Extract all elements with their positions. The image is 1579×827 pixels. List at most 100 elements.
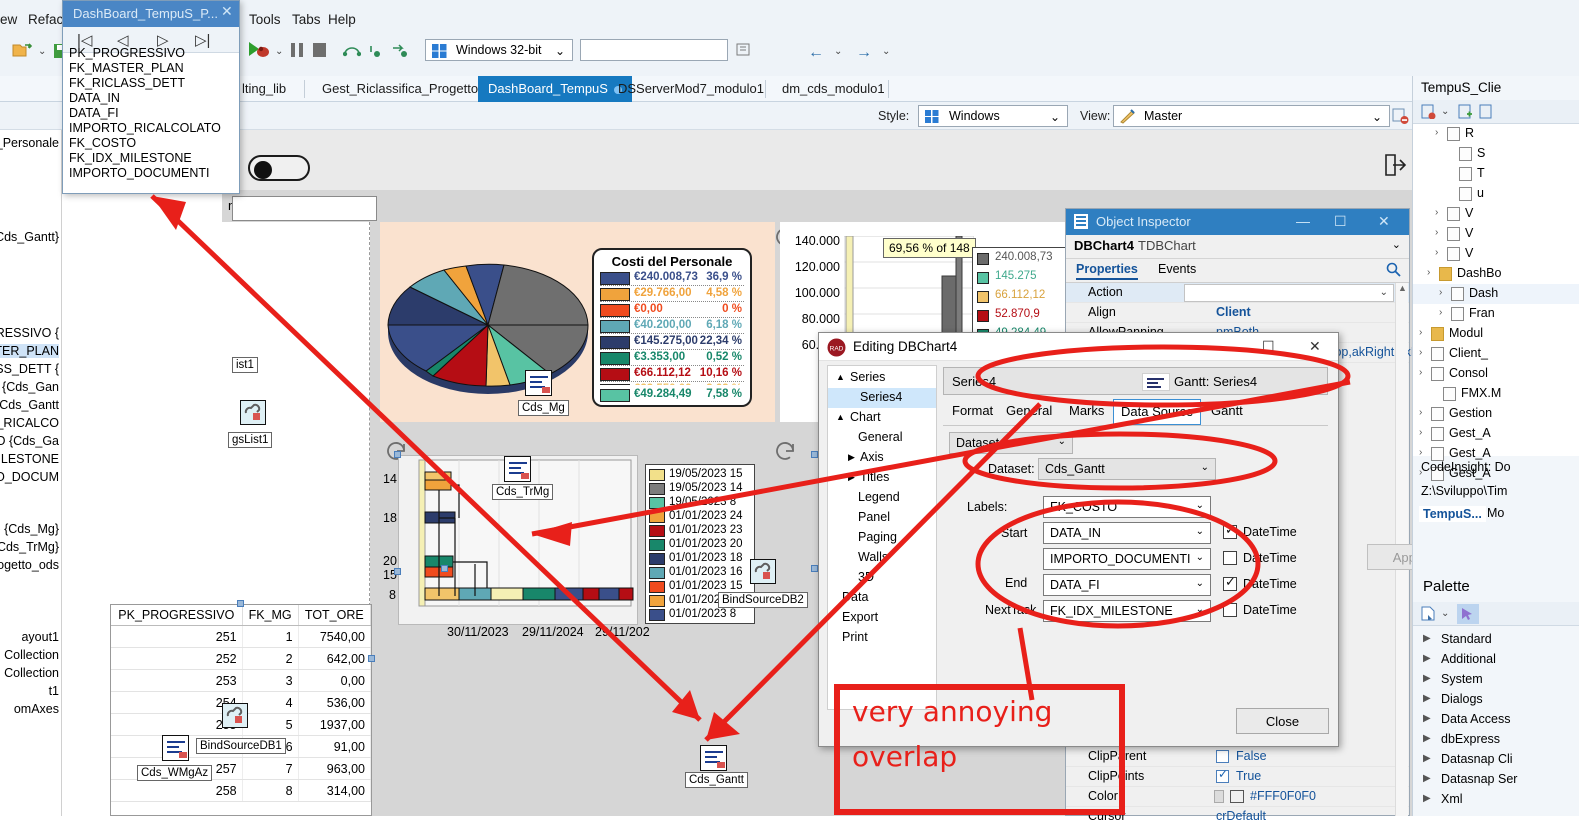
chevron-right-icon[interactable]: ›: [1427, 267, 1430, 278]
end-datetime-checkbox[interactable]: [1223, 574, 1237, 591]
second-field-combo[interactable]: IMPORTO_DOCUMENTI ⌄: [1043, 548, 1211, 570]
popup-item-importo-ricalcolato[interactable]: IMPORTO_RICALCOLATO: [69, 121, 221, 135]
tree-item-panel[interactable]: Panel: [828, 508, 936, 528]
project-tree-item[interactable]: › Consol: [1413, 364, 1579, 384]
tab-gantt[interactable]: Gantt: [1204, 399, 1250, 425]
gslist1-component-icon[interactable]: [240, 400, 266, 425]
palette-category-datasnap-client[interactable]: ▶ Datasnap Cli: [1413, 750, 1579, 770]
tree-item-walls[interactable]: Walls: [828, 548, 936, 568]
object-inspector-selector[interactable]: DBChart4 TDBChart ⌄: [1066, 235, 1409, 259]
close-icon[interactable]: ✕: [1378, 213, 1390, 230]
tree-item-general[interactable]: General: [828, 428, 936, 448]
chevron-right-icon[interactable]: ▶: [1423, 753, 1431, 764]
open-chevron-down-icon[interactable]: ⌄: [38, 46, 46, 57]
chevron-down-icon[interactable]: ⌄: [1196, 552, 1204, 563]
run-debug-icon[interactable]: [247, 40, 271, 63]
form-toggle-switch[interactable]: [248, 155, 310, 181]
palette-category-system[interactable]: ▶ System: [1413, 670, 1579, 690]
tab-marks[interactable]: Marks: [1062, 399, 1111, 425]
palette-category-xml[interactable]: ▶ Xml: [1413, 790, 1579, 810]
property-row-align[interactable]: Align Client: [1066, 303, 1409, 323]
table-row[interactable]: 252 2 642,00: [111, 647, 372, 670]
chevron-right-icon[interactable]: ›: [1419, 327, 1422, 338]
chevron-right-icon[interactable]: ›: [1419, 427, 1422, 438]
bottom-tab-models[interactable]: Mo: [1487, 506, 1504, 520]
popup-item-data-in[interactable]: DATA_IN: [69, 91, 120, 105]
selection-handle[interactable]: [368, 655, 375, 662]
start-datetime-checkbox[interactable]: [1223, 522, 1237, 539]
selection-handle[interactable]: [811, 451, 818, 458]
bindsourcedb1-component-icon[interactable]: [222, 703, 248, 728]
scroll-up-icon[interactable]: ▲: [1398, 283, 1407, 293]
chevron-right-icon[interactable]: ›: [1419, 447, 1422, 458]
selection-handle[interactable]: [441, 565, 448, 572]
palette-category-datasnap-server[interactable]: ▶ Datasnap Ser: [1413, 770, 1579, 790]
new-component-icon[interactable]: [1421, 606, 1436, 624]
tree-item-chart[interactable]: ▲ Chart: [828, 408, 936, 428]
popup-item-fk-costo[interactable]: FK_COSTO: [69, 136, 136, 150]
palette-category-dialogs[interactable]: ▶ Dialogs: [1413, 690, 1579, 710]
chevron-down-icon[interactable]: ⌄: [1058, 436, 1066, 447]
close-button[interactable]: Close: [1236, 708, 1329, 734]
maximize-icon[interactable]: ☐: [1262, 338, 1275, 355]
end-field-combo[interactable]: DATA_FI ⌄: [1043, 574, 1211, 596]
project-tree-item[interactable]: › R: [1413, 124, 1579, 144]
selection-handle[interactable]: [237, 600, 244, 607]
search-icon[interactable]: [1386, 262, 1401, 280]
dialog-tree[interactable]: ▲ Series Series4 ▲ Chart General ▶ Axis ▶ Ti…: [827, 365, 937, 710]
table-row[interactable]: 253 3 0,00: [111, 669, 372, 692]
project-tree-item[interactable]: u: [1413, 184, 1579, 204]
navigate-forward-icon[interactable]: →: [856, 44, 872, 62]
popup-item-importo-documenti[interactable]: IMPORTO_DOCUMENTI: [69, 166, 210, 180]
chevron-down-icon[interactable]: ⌄: [1196, 604, 1204, 615]
tree-item-data[interactable]: Data: [828, 588, 936, 608]
minimize-icon[interactable]: —: [1217, 338, 1231, 354]
expander-icon[interactable]: ▶: [848, 472, 855, 483]
tree-item-legend[interactable]: Legend: [828, 488, 936, 508]
chevron-down-icon[interactable]: ⌄: [1196, 578, 1204, 589]
cds-wmgaz-component-icon[interactable]: [162, 735, 189, 761]
selection-handle[interactable]: [394, 451, 401, 458]
color-swatch[interactable]: [1230, 790, 1244, 803]
property-checkbox[interactable]: ✓: [1216, 767, 1229, 783]
chevron-down-icon[interactable]: ⌄: [1196, 526, 1204, 537]
chevron-right-icon[interactable]: ▶: [1423, 653, 1431, 664]
chevron-down-icon[interactable]: ⌄: [1372, 110, 1382, 124]
popup-item-fk-master-plan[interactable]: FK_MASTER_PLAN: [69, 61, 184, 75]
tree-item-export[interactable]: Export: [828, 608, 936, 628]
project-tree-item[interactable]: › Dash: [1413, 284, 1579, 304]
selection-handle[interactable]: [811, 565, 818, 572]
menu-item-tools[interactable]: Tools: [249, 12, 281, 27]
project-tree-item[interactable]: T: [1413, 164, 1579, 184]
chevron-down-icon[interactable]: ⌄: [1392, 238, 1401, 251]
chevron-right-icon[interactable]: ▶: [1423, 713, 1431, 724]
navigate-back-icon[interactable]: ←: [808, 44, 824, 62]
expander-icon[interactable]: ▶: [848, 452, 855, 463]
palette-category-dbexpress[interactable]: ▶ dbExpress: [1413, 730, 1579, 750]
run-chevron-down-icon[interactable]: ⌄: [275, 46, 283, 57]
property-row-color[interactable]: Color #FFF0F0F0: [1066, 787, 1409, 807]
project-tree-item[interactable]: › Fran: [1413, 304, 1579, 324]
step-over-icon[interactable]: [342, 44, 362, 61]
palette-category-data-access[interactable]: ▶ Data Access: [1413, 710, 1579, 730]
bottom-tab-tempus[interactable]: TempuS...: [1419, 506, 1486, 522]
chevron-right-icon[interactable]: ›: [1439, 287, 1442, 298]
tab-events[interactable]: Events: [1158, 262, 1196, 276]
project-tree-item[interactable]: › DashBo: [1413, 264, 1579, 284]
tab-data-source[interactable]: Data Source: [1113, 399, 1202, 425]
bindsourcedb2-component-icon[interactable]: [750, 559, 776, 584]
property-row-clippoints[interactable]: ClipPoints ✓ True: [1066, 767, 1409, 787]
palette-category-standard[interactable]: ▶ Standard: [1413, 630, 1579, 650]
expander-icon[interactable]: ▲: [836, 412, 845, 422]
field-list-popup[interactable]: DashBoard_TempuS_P... ✕ |◁ ◁ ▷ ▷| PK_PRO…: [62, 0, 240, 194]
source-type-combo[interactable]: Dataset ⌄: [949, 432, 1073, 454]
minimize-icon[interactable]: —: [1296, 213, 1310, 229]
chevron-down-icon[interactable]: ⌄: [1441, 608, 1449, 619]
project-tree-item[interactable]: › Client_: [1413, 344, 1579, 364]
menu-item-view[interactable]: ew: [0, 12, 17, 27]
refresh-icon[interactable]: [772, 438, 798, 467]
tree-item-axis[interactable]: ▶ Axis: [828, 448, 936, 468]
code-editor-left-strip[interactable]: _Personale {Cds_Gantt} OGRESSIVO {STER_PLA…: [0, 130, 62, 816]
project-tree-item[interactable]: › Modul: [1413, 324, 1579, 344]
view-combo[interactable]: Master ⌄: [1113, 105, 1390, 127]
